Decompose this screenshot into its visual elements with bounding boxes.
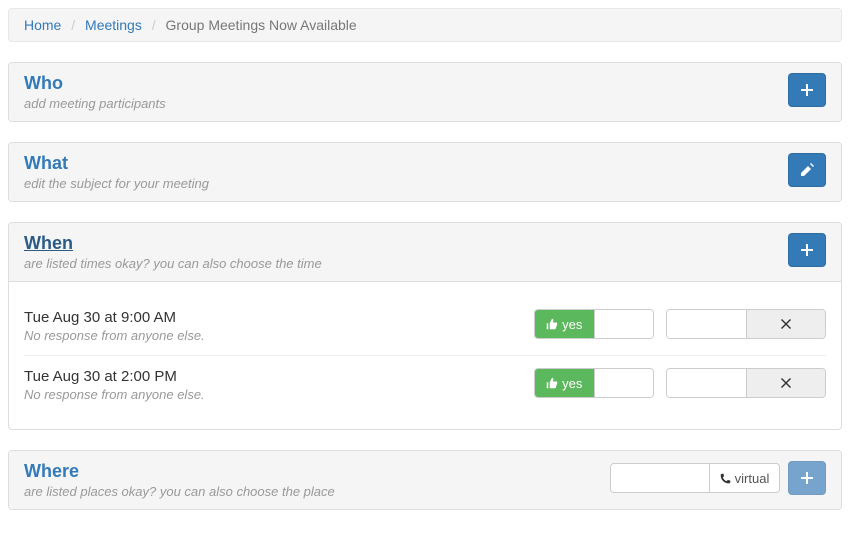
who-subtitle: add meeting participants xyxy=(24,96,166,111)
panel-where: Where are listed places okay? you can al… xyxy=(8,450,842,510)
virtual-button[interactable]: virtual xyxy=(709,464,779,492)
virtual-group: virtual xyxy=(610,463,780,493)
breadcrumb-sep: / xyxy=(146,17,162,33)
breadcrumb-current: Group Meetings Now Available xyxy=(166,17,357,33)
close-icon xyxy=(781,378,791,388)
vote-blank-button[interactable] xyxy=(594,310,654,338)
where-add-button[interactable] xyxy=(788,461,826,495)
vote-yes-button[interactable]: yes xyxy=(535,369,594,397)
pencil-icon xyxy=(800,163,814,177)
phone-icon xyxy=(720,473,731,484)
time-status: No response from anyone else. xyxy=(24,328,205,343)
time-label: Tue Aug 30 at 2:00 PM xyxy=(24,368,205,385)
what-title: What xyxy=(24,153,209,174)
who-add-button[interactable] xyxy=(788,73,826,107)
vote-blank-button[interactable] xyxy=(594,369,654,397)
plus-icon xyxy=(801,244,813,256)
what-edit-button[interactable] xyxy=(788,153,826,187)
what-subtitle: edit the subject for your meeting xyxy=(24,176,209,191)
panel-what: What edit the subject for your meeting xyxy=(8,142,842,202)
when-subtitle: are listed times okay? you can also choo… xyxy=(24,256,322,271)
when-title: When xyxy=(24,233,322,254)
time-status: No response from anyone else. xyxy=(24,387,205,402)
remove-time-button[interactable] xyxy=(746,369,826,397)
who-title: Who xyxy=(24,73,166,94)
breadcrumb-sep: / xyxy=(65,17,81,33)
vote-group: yes xyxy=(534,368,654,398)
remove-group xyxy=(666,368,826,398)
breadcrumb-home[interactable]: Home xyxy=(24,17,61,33)
where-title: Where xyxy=(24,461,335,482)
time-row: Tue Aug 30 at 2:00 PM No response from a… xyxy=(24,355,826,414)
remove-blank-button[interactable] xyxy=(667,369,746,397)
where-subtitle: are listed places okay? you can also cho… xyxy=(24,484,335,499)
thumbs-up-icon xyxy=(546,318,558,330)
plus-icon xyxy=(801,472,813,484)
time-label: Tue Aug 30 at 9:00 AM xyxy=(24,309,205,326)
panel-who: Who add meeting participants xyxy=(8,62,842,122)
remove-time-button[interactable] xyxy=(746,310,826,338)
remove-group xyxy=(666,309,826,339)
breadcrumb-meetings[interactable]: Meetings xyxy=(85,17,142,33)
panel-when: When are listed times okay? you can also… xyxy=(8,222,842,430)
breadcrumb: Home / Meetings / Group Meetings Now Ava… xyxy=(8,8,842,42)
remove-blank-button[interactable] xyxy=(667,310,746,338)
thumbs-up-icon xyxy=(546,377,558,389)
vote-yes-button[interactable]: yes xyxy=(535,310,594,338)
virtual-blank-button[interactable] xyxy=(611,464,709,492)
vote-group: yes xyxy=(534,309,654,339)
close-icon xyxy=(781,319,791,329)
time-row: Tue Aug 30 at 9:00 AM No response from a… xyxy=(24,297,826,355)
vote-yes-label: yes xyxy=(562,317,582,332)
when-body: Tue Aug 30 at 9:00 AM No response from a… xyxy=(9,282,841,429)
virtual-label: virtual xyxy=(735,471,770,486)
when-add-button[interactable] xyxy=(788,233,826,267)
plus-icon xyxy=(801,84,813,96)
vote-yes-label: yes xyxy=(562,376,582,391)
